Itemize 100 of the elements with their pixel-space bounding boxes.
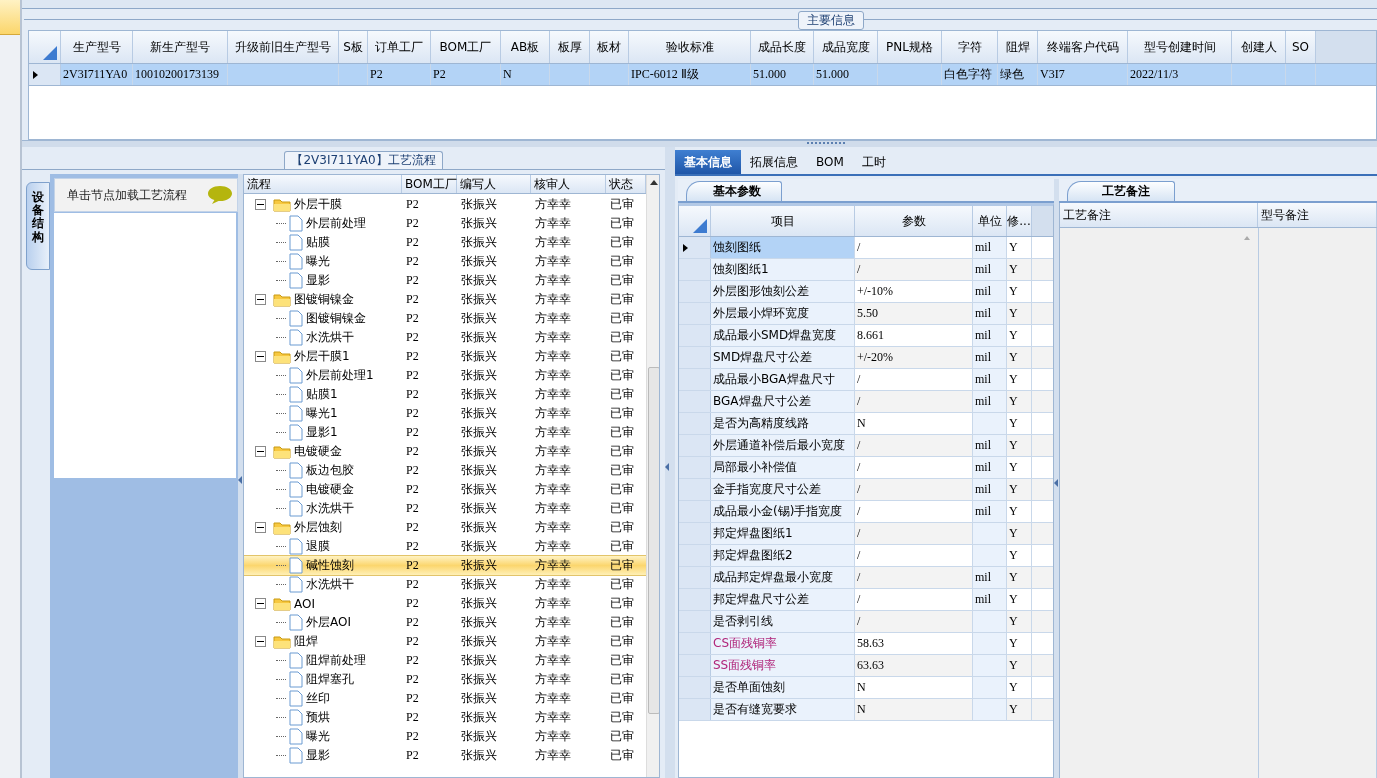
table-row[interactable]: 外层图形蚀刻公差 +/-10% mil Y <box>679 281 1053 303</box>
tree-row[interactable]: 外层AOI P2 张振兴 方幸幸 已审 <box>244 613 646 632</box>
tree-row[interactable]: 贴膜 P2 张振兴 方幸幸 已审 <box>244 233 646 252</box>
table-row[interactable]: 金手指宽度尺寸公差 / mil Y <box>679 479 1053 501</box>
column-header[interactable]: 订单工厂 <box>368 31 431 63</box>
tree-row[interactable]: 板边包胶 P2 张振兴 方幸幸 已审 <box>244 461 646 480</box>
column-header[interactable]: 板厚 <box>550 31 590 63</box>
table-row[interactable]: CS面残铜率 58.63 Y <box>679 633 1053 655</box>
tab[interactable]: BOM <box>807 150 853 174</box>
collapse-toggle-icon[interactable] <box>255 351 266 362</box>
tree-row[interactable]: 阻焊 P2 张振兴 方幸幸 已审 <box>244 632 646 651</box>
table-row[interactable]: 成品最小SMD焊盘宽度 8.661 mil Y <box>679 325 1053 347</box>
collapse-toggle-icon[interactable] <box>255 446 266 457</box>
table-row[interactable]: 2V3I711YA0 10010200173139 P2 P2 N IPC-6012 Ⅱ级 51.000 51.000 白色字符 绿色 V3I7 2022/11/3 <box>29 64 1376 86</box>
tree-row[interactable]: 预烘 P2 张振兴 方幸幸 已审 <box>244 708 646 727</box>
tree-row[interactable]: 曝光 P2 张振兴 方幸幸 已审 <box>244 252 646 271</box>
tab[interactable]: 工时 <box>852 150 895 174</box>
table-row[interactable]: 邦定焊盘图纸1 / Y <box>679 523 1053 545</box>
tree-row[interactable]: 电镀硬金 P2 张振兴 方幸幸 已审 <box>244 442 646 461</box>
column-header[interactable]: 成品长度 <box>751 31 814 63</box>
column-header[interactable]: 编写人 <box>457 175 531 193</box>
collapse-toggle-icon[interactable] <box>255 636 266 647</box>
subtab[interactable]: 工艺备注 <box>1067 181 1175 201</box>
column-header[interactable]: 创建人 <box>1232 31 1286 63</box>
tree-row[interactable]: 水洗烘干 P2 张振兴 方幸幸 已审 <box>244 575 646 594</box>
tree-row[interactable]: 曝光 P2 张振兴 方幸幸 已审 <box>244 727 646 746</box>
column-header[interactable]: 参数 <box>855 206 973 236</box>
column-header[interactable]: 工艺备注 <box>1060 203 1258 227</box>
column-header[interactable]: 流程 <box>244 175 402 193</box>
document-icon <box>289 367 303 384</box>
tree-row[interactable]: 丝印 P2 张振兴 方幸幸 已审 <box>244 689 646 708</box>
table-row[interactable]: 成品最小金(锡)手指宽度 / mil Y <box>679 501 1053 523</box>
table-row[interactable]: 成品邦定焊盘最小宽度 / mil Y <box>679 567 1053 589</box>
table-row[interactable]: 邦定焊盘图纸2 / Y <box>679 545 1053 567</box>
tree-row[interactable]: 显影1 P2 张振兴 方幸幸 已审 <box>244 423 646 442</box>
column-header[interactable]: 阻焊 <box>998 31 1038 63</box>
table-cell: 已审 <box>610 614 634 631</box>
column-header[interactable]: 新生产型号 <box>133 31 228 63</box>
table-row[interactable]: 外层通道补偿后最小宽度 / mil Y <box>679 435 1053 457</box>
table-row[interactable]: 是否单面蚀刻 N Y <box>679 677 1053 699</box>
column-header[interactable]: S板 <box>339 31 368 63</box>
column-header[interactable]: 验收标准 <box>629 31 751 63</box>
table-row[interactable]: 蚀刻图纸1 / mil Y <box>679 259 1053 281</box>
table-row[interactable]: 是否剥引线 / Y <box>679 611 1053 633</box>
tree-row[interactable]: 显影 P2 张振兴 方幸幸 已审 <box>244 271 646 290</box>
column-header[interactable]: 板材 <box>590 31 629 63</box>
column-header[interactable]: 升级前旧生产型号 <box>228 31 339 63</box>
tree-row[interactable]: AOI P2 张振兴 方幸幸 已审 <box>244 594 646 613</box>
tree-row[interactable]: 图镀铜镍金 P2 张振兴 方幸幸 已审 <box>244 290 646 309</box>
column-header[interactable]: 生产型号 <box>61 31 133 63</box>
tree-row[interactable]: 阻焊前处理 P2 张振兴 方幸幸 已审 <box>244 651 646 670</box>
subtab[interactable]: 基本参数 <box>686 181 782 201</box>
tree-row[interactable]: 电镀硬金 P2 张振兴 方幸幸 已审 <box>244 480 646 499</box>
table-row[interactable]: BGA焊盘尺寸公差 / mil Y <box>679 391 1053 413</box>
column-header[interactable]: 核审人 <box>531 175 606 193</box>
tree-row[interactable]: 水洗烘干 P2 张振兴 方幸幸 已审 <box>244 328 646 347</box>
tree-row[interactable]: 水洗烘干 P2 张振兴 方幸幸 已审 <box>244 499 646 518</box>
table-row[interactable]: SMD焊盘尺寸公差 +/-20% mil Y <box>679 347 1053 369</box>
tab[interactable]: 基本信息 <box>675 150 741 174</box>
collapse-toggle-icon[interactable] <box>255 199 266 210</box>
column-header[interactable]: 项目 <box>711 206 855 236</box>
table-row[interactable]: 蚀刻图纸 / mil Y <box>679 237 1053 259</box>
column-header[interactable]: 成品宽度 <box>814 31 878 63</box>
tree-row[interactable]: 贴膜1 P2 张振兴 方幸幸 已审 <box>244 385 646 404</box>
column-header[interactable]: 型号创建时间 <box>1128 31 1232 63</box>
column-header[interactable]: 型号备注 <box>1258 203 1377 227</box>
tree-row[interactable]: 外层蚀刻 P2 张振兴 方幸幸 已审 <box>244 518 646 537</box>
tree-row[interactable]: 外层干膜1 P2 张振兴 方幸幸 已审 <box>244 347 646 366</box>
collapse-toggle-icon[interactable] <box>255 294 266 305</box>
tree-row[interactable]: 曝光1 P2 张振兴 方幸幸 已审 <box>244 404 646 423</box>
tree-row[interactable]: 显影 P2 张振兴 方幸幸 已审 <box>244 746 646 765</box>
column-header[interactable]: BOM工厂 <box>402 175 457 193</box>
tree-row[interactable]: 外层前处理1 P2 张振兴 方幸幸 已审 <box>244 366 646 385</box>
column-header[interactable]: 单位 <box>973 206 1007 236</box>
collapse-arrow-icon[interactable] <box>665 462 669 471</box>
table-row[interactable]: SS面残铜率 63.63 Y <box>679 655 1053 677</box>
tree-row[interactable]: 外层前处理 P2 张振兴 方幸幸 已审 <box>244 214 646 233</box>
collapse-toggle-icon[interactable] <box>255 598 266 609</box>
table-row[interactable]: 外层最小焊环宽度 5.50 mil Y <box>679 303 1053 325</box>
table-row[interactable]: 是否有缝宽要求 N Y <box>679 699 1053 721</box>
column-header[interactable]: BOM工厂 <box>431 31 501 63</box>
tree-row[interactable]: 图镀铜镍金 P2 张振兴 方幸幸 已审 <box>244 309 646 328</box>
table-row[interactable]: 局部最小补偿值 / mil Y <box>679 457 1053 479</box>
table-row[interactable]: 是否为高精度线路 N Y <box>679 413 1053 435</box>
collapse-toggle-icon[interactable] <box>255 522 266 533</box>
tab[interactable]: 拓展信息 <box>741 150 807 174</box>
scrollbar[interactable] <box>646 175 659 777</box>
side-tab[interactable]: 设备结构 <box>26 182 50 270</box>
tree-item-label: 板边包胶 <box>306 462 354 479</box>
tree-row[interactable]: 退膜 P2 张振兴 方幸幸 已审 <box>244 537 646 556</box>
column-header[interactable]: 终端客户代码 <box>1038 31 1128 63</box>
table-row[interactable]: 成品最小BGA焊盘尺寸 / mil Y <box>679 369 1053 391</box>
column-header[interactable]: AB板 <box>501 31 550 63</box>
tree-row[interactable]: 外层干膜 P2 张振兴 方幸幸 已审 <box>244 195 646 214</box>
tree-row[interactable]: 碱性蚀刻 P2 张振兴 方幸幸 已审 <box>244 556 646 575</box>
column-header[interactable]: PNL规格 <box>878 31 942 63</box>
table-cell: P2 <box>406 406 419 421</box>
tree-row[interactable]: 阻焊塞孔 P2 张振兴 方幸幸 已审 <box>244 670 646 689</box>
table-row[interactable]: 邦定焊盘尺寸公差 / mil Y <box>679 589 1053 611</box>
column-header[interactable]: 字符 <box>942 31 998 63</box>
